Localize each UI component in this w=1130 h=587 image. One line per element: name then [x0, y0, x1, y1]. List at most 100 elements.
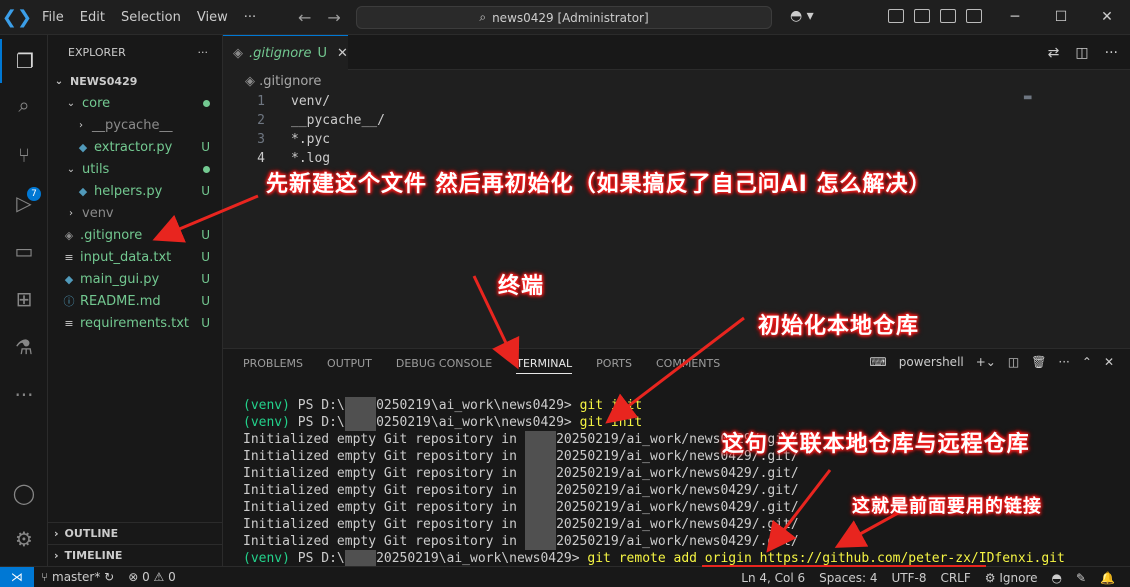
split-editor-icon[interactable]: ◫: [1075, 45, 1088, 61]
toggle-secondary-sidebar-icon[interactable]: [940, 9, 956, 23]
testing-icon[interactable]: ⚗: [0, 325, 48, 369]
tree-item-core[interactable]: ⌄ core: [48, 92, 222, 114]
tree-item-readme[interactable]: ⓘ README.md U: [48, 290, 222, 312]
terminal-text: Initialized empty Git repository in: [243, 432, 525, 447]
explorer-header: EXPLORER ···: [48, 35, 222, 70]
remote-explorer-icon[interactable]: ▭: [0, 229, 48, 273]
command-center-label: news0429 [Administrator]: [492, 10, 649, 25]
timeline-section[interactable]: › TIMELINE: [48, 544, 222, 566]
menu-edit[interactable]: Edit: [72, 0, 113, 35]
tree-item-input-data[interactable]: ≡ input_data.txt U: [48, 246, 222, 268]
command-center-search[interactable]: ⌕ news0429 [Administrator]: [356, 6, 772, 29]
code-line[interactable]: 3 *.pyc: [223, 130, 330, 149]
remote-indicator-icon[interactable]: ⋊: [0, 566, 34, 587]
terminal-text: Initialized empty Git repository in: [243, 449, 525, 464]
account-icon[interactable]: ◯: [0, 471, 48, 515]
split-terminal-icon[interactable]: ◫: [1008, 355, 1019, 369]
open-changes-icon[interactable]: ⇄: [1048, 45, 1060, 61]
terminal-text: Initialized empty Git repository in: [243, 483, 525, 498]
terminal-text: 20250219/ai_work/news0429/.git/: [556, 466, 799, 481]
tree-item-utils[interactable]: ⌄ utils: [48, 158, 222, 180]
activity-bar: ❐ ⌕ ⑂ 7 ▷ ▭ ⊞ ⚗ ··· ◯ ⚙: [0, 35, 48, 566]
toggle-panel-icon[interactable]: [914, 9, 930, 23]
status-right: Ln 4, Col 6 Spaces: 4 UTF-8 CRLF ⚙ Ignor…: [734, 567, 1122, 587]
status-dot: [203, 96, 210, 110]
indentation[interactable]: Spaces: 4: [812, 571, 884, 585]
terminal-text: PS D:\: [289, 415, 345, 430]
code-line[interactable]: 1 venv/: [223, 92, 330, 111]
customize-layout-icon[interactable]: [966, 9, 982, 23]
text-file-icon: ≡: [64, 250, 74, 264]
tree-item-helpers[interactable]: ◆ helpers.py U: [48, 180, 222, 202]
extension-icon[interactable]: ✎: [1069, 571, 1093, 585]
python-file-icon: ◆: [64, 272, 74, 286]
language-mode[interactable]: ⚙ Ignore: [978, 571, 1045, 585]
notifications-icon[interactable]: 🔔: [1093, 571, 1122, 585]
tab-output[interactable]: OUTPUT: [327, 357, 372, 374]
tree-item-label: helpers.py: [94, 183, 163, 199]
tab-comments[interactable]: COMMENTS: [656, 357, 720, 374]
tree-item-gitignore[interactable]: ◈ .gitignore U: [48, 224, 222, 246]
workspace-root-label: NEWS0429: [70, 74, 138, 88]
menu-more[interactable]: ···: [236, 0, 264, 35]
forward-arrow-icon[interactable]: →: [327, 8, 340, 27]
code-line[interactable]: 2 __pycache__/: [223, 111, 385, 130]
terminal-line: Initialized empty Git repository in xxxx…: [243, 482, 799, 499]
terminal-text: 20250219/ai_work/news0429/.git/: [556, 517, 799, 532]
more-icon[interactable]: ···: [0, 373, 48, 417]
terminal-command: git remote add origin https://github.com…: [587, 551, 1065, 566]
breadcrumb[interactable]: ◈ .gitignore: [245, 74, 321, 89]
tree-item-venv[interactable]: › venv: [48, 202, 222, 224]
run-debug-icon[interactable]: ▷: [0, 181, 48, 225]
new-terminal-icon[interactable]: +⌄: [976, 355, 996, 369]
status-dot: [203, 162, 210, 176]
outline-section[interactable]: › OUTLINE: [48, 522, 222, 544]
search-icon[interactable]: ⌕: [0, 83, 48, 127]
minimize-icon[interactable]: ─: [992, 0, 1038, 35]
tree-item-label: input_data.txt: [80, 249, 172, 265]
tree-item-extractor[interactable]: ◆ extractor.py U: [48, 136, 222, 158]
close-panel-icon[interactable]: ✕: [1104, 355, 1114, 369]
toggle-sidebar-icon[interactable]: [888, 9, 904, 23]
more-actions-icon[interactable]: ···: [1058, 355, 1069, 369]
terminal-shell-name[interactable]: powershell: [899, 355, 964, 369]
problems-indicator[interactable]: ⊗ 0 ⚠ 0: [121, 570, 183, 584]
tab-debug-console[interactable]: DEBUG CONSOLE: [396, 357, 492, 374]
menu-view[interactable]: View: [189, 0, 236, 35]
branch-indicator[interactable]: ⑂ master* ↻: [34, 570, 121, 584]
explorer-icon[interactable]: ❐: [0, 39, 48, 83]
close-icon[interactable]: ✕: [1084, 0, 1130, 35]
tab-problems[interactable]: PROBLEMS: [243, 357, 303, 374]
workspace-root[interactable]: ⌄ NEWS0429: [48, 70, 222, 92]
menu-selection[interactable]: Selection: [113, 0, 189, 35]
copilot-icon[interactable]: ◓ ▾: [790, 8, 814, 24]
settings-gear-icon[interactable]: ⚙: [0, 517, 48, 561]
maximize-icon[interactable]: ☐: [1038, 0, 1084, 35]
terminal-text: 20250219\ai_work\news0429>: [376, 551, 588, 566]
tree-item-requirements[interactable]: ≡ requirements.txt U: [48, 312, 222, 334]
maximize-panel-icon[interactable]: ⌃: [1082, 355, 1092, 369]
tab-ports[interactable]: PORTS: [596, 357, 632, 374]
terminal-line: Initialized empty Git repository in xxxx…: [243, 499, 799, 516]
tab-terminal[interactable]: TERMINAL: [516, 357, 573, 374]
editor-area[interactable]: ◈ .gitignore 1 venv/ 2 __pycache__/ 3 *.…: [223, 70, 1130, 348]
source-control-icon[interactable]: ⑂: [0, 133, 48, 177]
title-bar: ❮❯ File Edit Selection View ··· ← → ⌕ ne…: [0, 0, 1130, 35]
back-arrow-icon[interactable]: ←: [298, 8, 311, 27]
menu-bar: File Edit Selection View ···: [34, 0, 264, 35]
annotation-create-file-first: 先新建这个文件 然后再初始化（如果搞反了自己问AI 怎么解决）: [266, 172, 932, 197]
encoding[interactable]: UTF-8: [884, 571, 933, 585]
tree-item-pycache[interactable]: › __pycache__: [48, 114, 222, 136]
explorer-more-icon[interactable]: ···: [198, 46, 209, 59]
tree-item-main-gui[interactable]: ◆ main_gui.py U: [48, 268, 222, 290]
more-actions-icon[interactable]: ···: [1105, 45, 1118, 61]
menu-file[interactable]: File: [34, 0, 72, 35]
extensions-icon[interactable]: ⊞: [0, 277, 48, 321]
kill-terminal-icon[interactable]: 🗑: [1031, 355, 1046, 369]
cursor-position[interactable]: Ln 4, Col 6: [734, 571, 812, 585]
line-ending[interactable]: CRLF: [933, 571, 977, 585]
copilot-status-icon[interactable]: ◓: [1045, 571, 1069, 585]
tab-gitignore[interactable]: ◈ .gitignore U ✕: [223, 35, 348, 70]
close-icon[interactable]: ✕: [337, 46, 348, 61]
minimap[interactable]: ▬: [1023, 92, 1032, 103]
